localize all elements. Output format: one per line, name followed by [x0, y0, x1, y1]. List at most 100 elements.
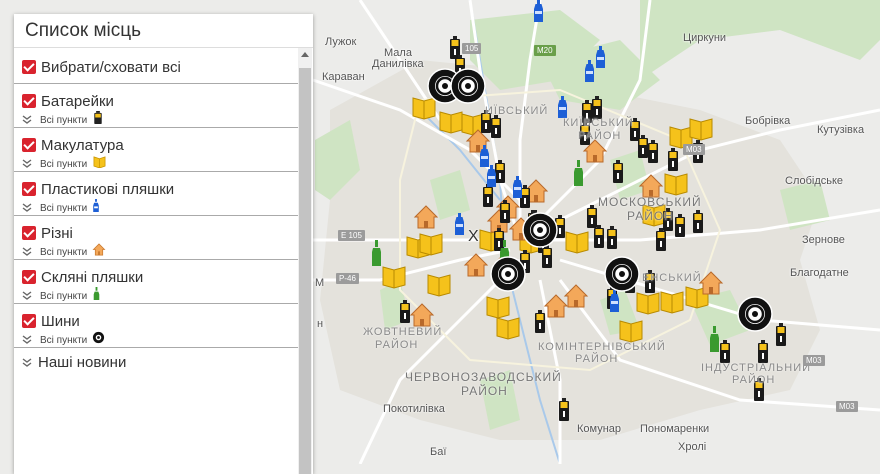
- battery-marker-icon[interactable]: [483, 184, 493, 207]
- category-label[interactable]: Шини: [41, 313, 80, 330]
- category-item: Макулатура Всі пункти: [14, 128, 298, 172]
- chevron-down-icon[interactable]: [22, 358, 32, 368]
- all-points-label[interactable]: Всі пункти: [40, 115, 87, 126]
- district-label: ЖОВТНЕВИЙ: [363, 326, 443, 338]
- chevron-down-icon[interactable]: [22, 291, 32, 301]
- battery-marker-icon[interactable]: [592, 96, 602, 119]
- category-label[interactable]: Батарейки: [41, 93, 114, 110]
- category-checkbox[interactable]: [22, 226, 36, 240]
- paper-icon: [92, 155, 107, 173]
- news-label[interactable]: Наші новини: [38, 348, 126, 378]
- battery-marker-icon[interactable]: [587, 205, 597, 228]
- category-item: Батарейки Всі пункти: [14, 84, 298, 128]
- paper-marker-icon[interactable]: [619, 320, 643, 343]
- battery-marker-icon[interactable]: [656, 228, 666, 251]
- battery-marker-icon[interactable]: [720, 340, 730, 363]
- paper-marker-icon[interactable]: [382, 266, 406, 289]
- district-label: РАЙОН: [461, 384, 508, 398]
- tire-marker-icon[interactable]: [450, 68, 486, 104]
- road-badge: M20: [534, 45, 556, 56]
- chevron-down-icon[interactable]: [22, 335, 32, 345]
- all-points-label[interactable]: Всі пункти: [40, 291, 87, 302]
- battery-marker-icon[interactable]: [500, 200, 510, 223]
- paper-marker-icon[interactable]: [439, 111, 463, 134]
- place-label: Покотилівка: [383, 403, 445, 415]
- district-label: ИЇВСЬКИЙ: [485, 105, 549, 117]
- category-checkbox[interactable]: [22, 270, 36, 284]
- battery-marker-icon[interactable]: [491, 115, 501, 138]
- paper-marker-icon[interactable]: [689, 118, 713, 141]
- all-points-label[interactable]: Всі пункти: [40, 159, 87, 170]
- paper-marker-icon[interactable]: [496, 317, 520, 340]
- category-item: Шини Всі пункти: [14, 304, 298, 348]
- district-label: ЧЕРВОНОЗАВОДСЬКИЙ: [405, 370, 562, 384]
- toggle-all-label[interactable]: Вибрати/сховати всі: [41, 59, 181, 76]
- scrollbar[interactable]: [298, 48, 312, 474]
- category-item: Скляні пляшки Всі пункти: [14, 260, 298, 304]
- paper-marker-icon[interactable]: [461, 113, 485, 136]
- place-label: Баї: [430, 446, 447, 458]
- category-label[interactable]: Скляні пляшки: [41, 269, 143, 286]
- all-points-label[interactable]: Всі пункти: [40, 335, 87, 346]
- place-label: Комунар: [577, 423, 622, 435]
- chevron-down-icon[interactable]: [22, 159, 32, 169]
- battery-marker-icon[interactable]: [638, 135, 648, 158]
- battery-marker-icon[interactable]: [776, 323, 786, 346]
- scroll-up-arrow-icon[interactable]: [301, 52, 309, 57]
- chevron-down-icon[interactable]: [22, 203, 32, 213]
- battery-marker-icon[interactable]: [494, 228, 504, 251]
- news-item[interactable]: Наші новини: [14, 348, 298, 378]
- paper-marker-icon[interactable]: [419, 233, 443, 256]
- tire-marker-icon[interactable]: [522, 212, 558, 248]
- battery-marker-icon[interactable]: [400, 300, 410, 323]
- district-label: РАЙОН: [575, 353, 619, 365]
- category-checkbox[interactable]: [22, 182, 36, 196]
- battery-marker-icon[interactable]: [675, 214, 685, 237]
- chevron-down-icon[interactable]: [22, 115, 32, 125]
- paper-marker-icon[interactable]: [565, 231, 589, 254]
- category-checkbox[interactable]: [22, 314, 36, 328]
- category-label[interactable]: Пластикові пляшки: [41, 181, 174, 198]
- battery-marker-icon[interactable]: [535, 310, 545, 333]
- category-checkbox[interactable]: [22, 94, 36, 108]
- district-label: РАЙОН: [732, 374, 776, 386]
- all-points-label[interactable]: Всі пункти: [40, 203, 87, 214]
- all-points-label[interactable]: Всі пункти: [40, 247, 87, 258]
- district-label: РАЙОН: [627, 209, 674, 223]
- battery-marker-icon[interactable]: [648, 140, 658, 163]
- plastic-bottle-icon: [92, 199, 100, 217]
- tire-marker-icon[interactable]: [604, 256, 640, 292]
- place-label: Слобідське: [785, 175, 844, 187]
- battery-marker-icon[interactable]: [542, 245, 552, 268]
- paper-marker-icon[interactable]: [664, 173, 688, 196]
- road-badge: P-46: [336, 273, 359, 284]
- battery-marker-icon[interactable]: [559, 398, 569, 421]
- tire-marker-icon[interactable]: [737, 296, 773, 332]
- category-label[interactable]: Макулатура: [41, 137, 124, 154]
- road-badge: M03: [683, 144, 705, 155]
- battery-marker-icon[interactable]: [693, 210, 703, 233]
- battery-marker-icon[interactable]: [594, 225, 604, 248]
- district-label: РАЙОН: [578, 130, 622, 142]
- paper-marker-icon[interactable]: [427, 274, 451, 297]
- paper-marker-icon[interactable]: [412, 97, 436, 120]
- chevron-down-icon[interactable]: [22, 247, 32, 257]
- battery-marker-icon[interactable]: [607, 226, 617, 249]
- paper-marker-icon[interactable]: [636, 292, 660, 315]
- battery-marker-icon[interactable]: [668, 148, 678, 171]
- category-checkbox[interactable]: [22, 138, 36, 152]
- toggle-all-checkbox[interactable]: [22, 60, 36, 74]
- scroll-thumb[interactable]: [299, 68, 311, 474]
- paper-marker-icon[interactable]: [660, 291, 684, 314]
- panel-title: Список місць: [14, 14, 313, 48]
- battery-marker-icon[interactable]: [758, 340, 768, 363]
- paper-marker-icon[interactable]: [486, 296, 510, 319]
- place-label: М: [315, 277, 325, 289]
- tire-marker-icon[interactable]: [490, 256, 526, 292]
- place-label: Кутузівка: [817, 124, 865, 136]
- district-label: ЕНСЬКИЙ: [642, 272, 702, 284]
- category-label[interactable]: Різні: [41, 225, 73, 242]
- battery-marker-icon[interactable]: [613, 160, 623, 183]
- battery-marker-icon[interactable]: [495, 160, 505, 183]
- district-label: МОСКОВСЬКИЙ: [598, 195, 702, 209]
